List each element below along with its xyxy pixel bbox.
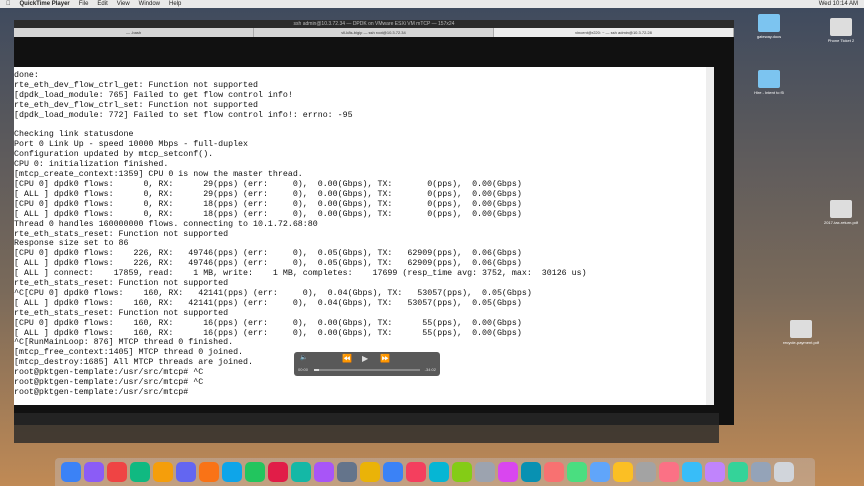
dock-app-icon[interactable] (130, 462, 150, 482)
dock-app-icon[interactable] (314, 462, 334, 482)
tab-bigip[interactable]: vll-k8s-bigip — ssh root@10.3.72.34 (254, 28, 494, 37)
desktop-label: Phone Ticket 2 (827, 38, 855, 43)
dock-app-icon[interactable] (728, 462, 748, 482)
dock-app-icon[interactable] (475, 462, 495, 482)
dock-app-icon[interactable] (360, 462, 380, 482)
play-icon[interactable]: ▶ (362, 354, 368, 363)
dock-app-icon[interactable] (61, 462, 81, 482)
time-elapsed: 00:00 (298, 367, 309, 372)
terminal-line: [ ALL ] dpdk0 flows: 226, RX: 49746(pps)… (14, 259, 522, 269)
tab-vincent[interactable]: vincent@r220: ~ — ssh admin@10.3.72.28 (494, 28, 734, 37)
menu-view[interactable]: View (117, 0, 130, 8)
terminal-line: [dpdk_load_module: 765] Failed to get fl… (14, 90, 293, 100)
dock-app-icon[interactable] (199, 462, 219, 482)
terminal-line: [dpdk_load_module: 772] Failed to set fl… (14, 110, 353, 120)
terminal-line: [CPU 0] dpdk0 flows: 0, RX: 29(pps) (err… (14, 179, 522, 189)
dock-app-icon[interactable] (659, 462, 679, 482)
terminal-line: done: (14, 71, 39, 80)
recorded-dock (14, 413, 719, 443)
terminal-line: Checking link statusdone (14, 130, 134, 140)
terminal-output: done: rte_eth_dev_flow_ctrl_get: Function… (14, 67, 706, 398)
desktop-label: gateway.docs (756, 34, 782, 39)
terminal-line: Thread 0 handles 160000000 flows. connec… (14, 219, 318, 229)
desktop-label: Hire - Intent to f5 (754, 90, 784, 95)
dock-app-icon[interactable] (406, 462, 426, 482)
document-icon[interactable] (830, 18, 852, 36)
dock-app-icon[interactable] (774, 462, 794, 482)
dock-app-icon[interactable] (429, 462, 449, 482)
dock-app-icon[interactable] (107, 462, 127, 482)
rewind-icon[interactable]: ⏪ (342, 354, 352, 363)
player-controls: 🔈 ⏪ ▶ ⏩ 00:00 -34:02 (294, 352, 440, 376)
menu-help[interactable]: Help (169, 0, 181, 8)
terminal-tabs: — -bash vll-k8s-bigip — ssh root@10.3.72… (14, 28, 734, 37)
apple-icon[interactable]:  (6, 0, 11, 8)
terminal-line: [ ALL ] dpdk0 flows: 160, RX: 16(pps) (e… (14, 328, 522, 338)
dock-app-icon[interactable] (751, 462, 771, 482)
desktop-label: 2017-tax-return.pdf (823, 220, 859, 225)
terminal-scrollbar[interactable] (706, 67, 714, 405)
menu-bar:  QuickTime Player File Edit View Window… (0, 0, 864, 8)
terminal-line: [CPU 0] dpdk0 flows: 0, RX: 18(pps) (err… (14, 199, 522, 209)
dock-app-icon[interactable] (268, 462, 288, 482)
terminal-line: [ ALL ] dpdk0 flows: 160, RX: 42141(pps)… (14, 298, 522, 308)
terminal-line: Response size set to 86 (14, 239, 129, 249)
dock-app-icon[interactable] (498, 462, 518, 482)
dock-app-icon[interactable] (567, 462, 587, 482)
dock-app-icon[interactable] (452, 462, 472, 482)
dock-app-icon[interactable] (544, 462, 564, 482)
terminal-line: [CPU 0] dpdk0 flows: 160, RX: 16(pps) (e… (14, 318, 522, 328)
dock-app-icon[interactable] (245, 462, 265, 482)
terminal-line: rte_eth_stats_reset: Function not suppor… (14, 229, 229, 239)
scrubber[interactable] (314, 369, 420, 371)
time-remaining: -34:02 (424, 367, 436, 372)
terminal-line: ^C[CPU 0] dpdk0 flows: 160, RX: 42141(pp… (14, 288, 532, 298)
desktop-label: recycle-payment.pdf (782, 340, 819, 345)
menu-file[interactable]: File (79, 0, 89, 8)
terminal-line: root@pktgen-template:/usr/src/mtcp# ^C (14, 378, 204, 388)
terminal-line: rte_eth_stats_reset: Function not suppor… (14, 308, 229, 318)
terminal-line: [mtcp_create_context:1359] CPU 0 is now … (14, 170, 303, 180)
dock-app-icon[interactable] (636, 462, 656, 482)
terminal-line: rte_eth_dev_flow_ctrl_get: Function not … (14, 80, 258, 90)
dock-app-icon[interactable] (521, 462, 541, 482)
dock-app-icon[interactable] (337, 462, 357, 482)
dock-app-icon[interactable] (84, 462, 104, 482)
dock (55, 458, 815, 486)
dock-app-icon[interactable] (705, 462, 725, 482)
terminal-line: [ ALL ] dpdk0 flows: 0, RX: 18(pps) (err… (14, 209, 522, 219)
terminal-line: [ ALL ] connect: 17859, read: 1 MB, writ… (14, 269, 587, 279)
dock-app-icon[interactable] (613, 462, 633, 482)
terminal-line: CPU 0: initialization finished. (14, 160, 169, 170)
folder-icon[interactable] (758, 70, 780, 88)
terminal-line: rte_eth_stats_reset: Function not suppor… (14, 279, 229, 289)
terminal-line: [CPU 0] dpdk0 flows: 226, RX: 49746(pps)… (14, 249, 522, 259)
terminal-line: [ ALL ] dpdk0 flows: 0, RX: 29(pps) (err… (14, 189, 522, 199)
terminal-line: ^C[RunMainLoop: 876] MTCP thread 0 finis… (14, 338, 234, 348)
menu-app-name[interactable]: QuickTime Player (20, 0, 70, 8)
dock-app-icon[interactable] (153, 462, 173, 482)
terminal-line: Configuration updated by mtcp_setconf(). (14, 150, 214, 160)
menu-clock[interactable]: Wed 10:14 AM (819, 0, 858, 8)
terminal-line: root@pktgen-template:/usr/src/mtcp# (14, 388, 194, 397)
terminal-line: rte_eth_dev_flow_ctrl_set: Function not … (14, 100, 258, 110)
window-title: ssh admin@10.3.72.34 — DPDK on VMware ES… (14, 20, 734, 28)
folder-icon[interactable] (758, 14, 780, 32)
tab-bash[interactable]: — -bash (14, 28, 254, 37)
dock-app-icon[interactable] (222, 462, 242, 482)
fast-forward-icon[interactable]: ⏩ (380, 354, 390, 363)
document-icon[interactable] (830, 200, 852, 218)
dock-app-icon[interactable] (291, 462, 311, 482)
volume-icon[interactable]: 🔈 (300, 354, 307, 361)
dock-app-icon[interactable] (682, 462, 702, 482)
menu-window[interactable]: Window (139, 0, 160, 8)
document-icon[interactable] (790, 320, 812, 338)
dock-app-icon[interactable] (383, 462, 403, 482)
terminal-line: Port 0 Link Up - speed 10000 Mbps - full… (14, 140, 249, 150)
dock-app-icon[interactable] (590, 462, 610, 482)
dock-app-icon[interactable] (176, 462, 196, 482)
menu-edit[interactable]: Edit (97, 0, 107, 8)
